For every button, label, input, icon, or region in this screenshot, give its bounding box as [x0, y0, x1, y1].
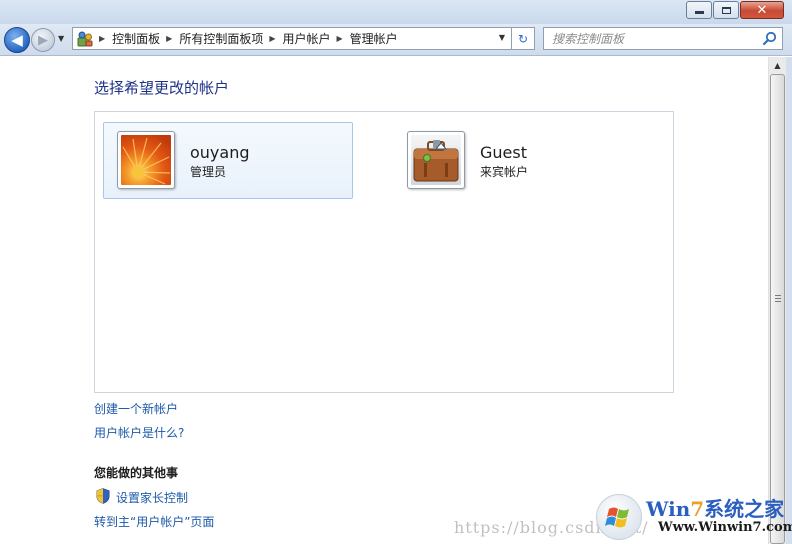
account-name: Guest — [480, 143, 527, 162]
what-is-user-account-link[interactable]: 用户帐户是什么? — [94, 424, 184, 441]
maximize-icon — [714, 2, 738, 18]
main-content: 选择希望更改的帐户 ouyang 管理员 Guest 来宾帐户 创建一个新帐户 … — [0, 57, 768, 544]
watermark-site: Www.Winwin7.com — [658, 520, 792, 535]
grip-icon — [775, 295, 781, 303]
close-button[interactable]: ✕ — [740, 1, 784, 19]
account-role: 来宾帐户 — [480, 165, 529, 179]
search-input[interactable] — [544, 28, 754, 49]
search-box[interactable] — [543, 27, 783, 50]
address-dropdown-icon[interactable]: ▼ — [499, 33, 505, 42]
breadcrumb-all-items[interactable]: 所有控制面板项 — [179, 30, 263, 47]
address-bar[interactable]: ▶ 控制面板 ▶ 所有控制面板项 ▶ 用户帐户 ▶ 管理帐户 ▼ — [72, 27, 512, 50]
watermark-brand-win: Win — [646, 497, 691, 521]
scrollbar-thumb[interactable] — [770, 74, 785, 544]
back-arrow-icon: ◀ — [11, 31, 23, 49]
go-to-user-accounts-link[interactable]: 转到主“用户帐户”页面 — [94, 513, 214, 530]
recent-pages-dropdown-icon[interactable]: ▼ — [58, 34, 64, 43]
breadcrumb-separator-icon[interactable]: ▶ — [166, 34, 172, 43]
breadcrumb-separator-icon[interactable]: ▶ — [269, 34, 275, 43]
minimize-icon — [687, 2, 711, 18]
account-tile-guest[interactable]: Guest 来宾帐户 — [393, 122, 643, 199]
accounts-panel: ouyang 管理员 Guest 来宾帐户 — [94, 111, 674, 393]
back-button[interactable]: ◀ — [4, 27, 30, 53]
scroll-up-arrow-icon[interactable]: ▲ — [769, 57, 786, 74]
search-icon[interactable] — [762, 31, 777, 46]
breadcrumb-manage-accounts[interactable]: 管理帐户 — [350, 30, 398, 47]
watermark-brand: Win7系统之家 — [646, 493, 784, 522]
minimize-button[interactable] — [686, 1, 712, 19]
breadcrumb-separator-icon[interactable]: ▶ — [99, 34, 105, 43]
window-controls: ✕ — [685, 1, 784, 19]
account-role: 管理员 — [190, 165, 227, 179]
parental-controls-link[interactable]: 设置家长控制 — [116, 489, 188, 506]
breadcrumb-user-accounts[interactable]: 用户帐户 — [283, 30, 331, 47]
maximize-button[interactable] — [713, 1, 739, 19]
suitcase-avatar-icon — [411, 135, 461, 185]
close-icon: ✕ — [756, 2, 768, 18]
vertical-scrollbar[interactable]: ▲ — [768, 57, 786, 544]
watermark-brand-7: 7 — [690, 497, 705, 521]
account-name: ouyang — [190, 143, 250, 162]
account-tile-ouyang[interactable]: ouyang 管理员 — [103, 122, 353, 199]
avatar — [407, 131, 465, 189]
breadcrumb-separator-icon[interactable]: ▶ — [337, 34, 343, 43]
refresh-button[interactable]: ↻ — [512, 27, 535, 50]
create-account-link[interactable]: 创建一个新帐户 — [94, 400, 178, 417]
navigation-bar: ◀ ▶ ▼ ▶ 控制面板 ▶ 所有控制面板项 ▶ 用户帐户 ▶ 管理帐户 ▼ ↻ — [0, 24, 792, 56]
avatar — [117, 131, 175, 189]
other-tasks-heading: 您能做的其他事 — [94, 466, 179, 480]
shield-icon — [96, 488, 110, 504]
windows-logo-icon — [596, 494, 642, 540]
watermark-brand-name: 系统之家 — [704, 497, 785, 521]
breadcrumb-control-panel[interactable]: 控制面板 — [112, 30, 160, 47]
window-frame-edge — [786, 57, 792, 544]
forward-arrow-icon: ▶ — [38, 32, 48, 48]
refresh-icon: ↻ — [517, 31, 529, 46]
title-bar: ✕ — [0, 0, 792, 24]
control-panel-icon — [77, 31, 93, 47]
flower-avatar-icon — [121, 135, 171, 185]
page-title: 选择希望更改的帐户 — [94, 79, 230, 97]
forward-button[interactable]: ▶ — [31, 28, 55, 52]
